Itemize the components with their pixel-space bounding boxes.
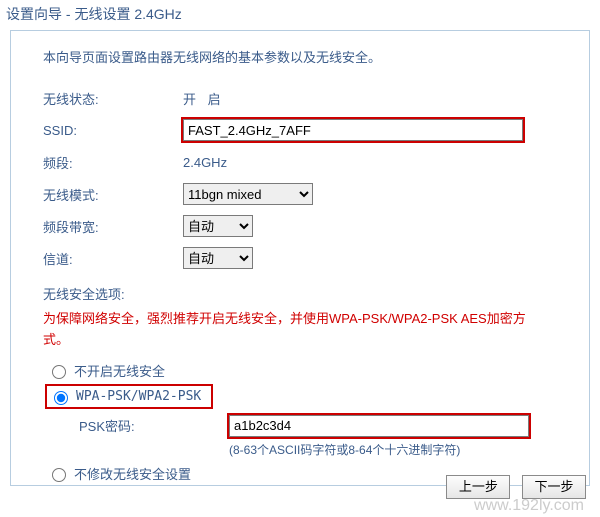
radio-keep-label: 不修改无线安全设置 xyxy=(74,464,191,483)
radio-wpa-label: WPA-PSK/WPA2-PSK xyxy=(76,389,201,404)
row-psk: PSK密码: xyxy=(79,415,567,437)
psk-input[interactable] xyxy=(229,415,529,437)
row-channel: 信道: 自动 xyxy=(43,246,567,270)
radio-wpa[interactable] xyxy=(54,391,68,405)
radio-row-wpa[interactable]: WPA-PSK/WPA2-PSK xyxy=(47,386,211,407)
bw-select[interactable]: 自动 xyxy=(183,215,253,237)
panel-description: 本向导页面设置路由器无线网络的基本参数以及无线安全。 xyxy=(43,47,567,66)
security-section-label: 无线安全选项: xyxy=(43,284,567,303)
band-label: 频段: xyxy=(43,153,183,172)
channel-select[interactable]: 自动 xyxy=(183,247,253,269)
row-band: 频段: 2.4GHz xyxy=(43,150,567,174)
row-mode: 无线模式: 11bgn mixed xyxy=(43,182,567,206)
watermark-text: www.192ly.com xyxy=(474,497,584,515)
psk-hint: (8-63个ASCII码字符或8-64个十六进制字符) xyxy=(229,441,567,458)
window-title: 设置向导 - 无线设置 2.4GHz xyxy=(0,0,600,30)
prev-button[interactable]: 上一步 xyxy=(446,475,510,499)
radio-none[interactable] xyxy=(52,365,66,379)
mode-select[interactable]: 11bgn mixed xyxy=(183,183,313,205)
row-status: 无线状态: 开 启 xyxy=(43,86,567,110)
radio-row-none[interactable]: 不开启无线安全 xyxy=(47,361,567,380)
band-value: 2.4GHz xyxy=(183,155,227,170)
ssid-input[interactable] xyxy=(183,119,523,141)
row-bw: 频段带宽: 自动 xyxy=(43,214,567,238)
radio-none-label: 不开启无线安全 xyxy=(74,361,165,380)
psk-label: PSK密码: xyxy=(79,416,229,435)
status-label: 无线状态: xyxy=(43,89,183,108)
footer-buttons: 上一步 下一步 xyxy=(438,475,586,499)
next-button[interactable]: 下一步 xyxy=(522,475,586,499)
security-warning: 为保障网络安全，强烈推荐开启无线安全，并使用WPA-PSK/WPA2-PSK A… xyxy=(43,309,543,351)
row-ssid: SSID: xyxy=(43,118,567,142)
ch-label: 信道: xyxy=(43,249,183,268)
wizard-window: 设置向导 - 无线设置 2.4GHz 本向导页面设置路由器无线网络的基本参数以及… xyxy=(0,0,600,517)
bw-label: 频段带宽: xyxy=(43,217,183,236)
radio-keep[interactable] xyxy=(52,468,66,482)
settings-panel: 本向导页面设置路由器无线网络的基本参数以及无线安全。 无线状态: 开 启 SSI… xyxy=(10,30,590,486)
mode-label: 无线模式: xyxy=(43,185,183,204)
status-value: 开 启 xyxy=(183,89,225,108)
ssid-label: SSID: xyxy=(43,123,183,138)
